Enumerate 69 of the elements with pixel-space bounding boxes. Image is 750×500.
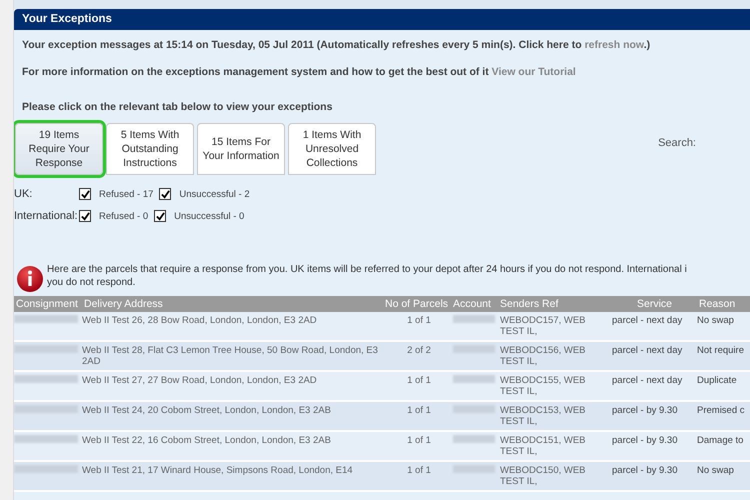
checkbox-label: Refused - 0 [99,210,148,222]
column-header[interactable]: Delivery Address [82,296,385,312]
table-cell: WEBODC153, WEB TEST IL, [500,405,586,427]
checkbox[interactable] [79,188,91,200]
tutorial-link[interactable]: View our Tutorial [492,66,576,78]
tab[interactable]: 19 Items Require Your Response [15,123,103,175]
table-cell: Web II Test 27, 27 Bow Road, London, London, E3 2AD [82,375,317,386]
checkbox-label: Unsuccessful - 2 [179,188,250,200]
redacted-text [14,465,78,473]
redacted-text [14,405,78,413]
table-cell: parcel - by 9.30 [612,435,678,446]
table-cell: WEBODC157, WEB TEST IL, [500,315,586,337]
redacted-text [14,345,78,353]
table-cell: 1 of 1 [407,405,431,416]
table-cell: WEBODC156, WEB TEST IL, [500,345,586,367]
checkbox-label: Unsuccessful - 0 [174,210,244,222]
instruction-text: Please click on the relevant tab below to view your exceptions [21,100,334,113]
table-cell: parcel - next day [612,315,682,326]
table-cell: parcel - next day [612,375,682,386]
checkbox[interactable] [79,210,91,222]
redacted-text [14,315,78,323]
column-header[interactable]: Account [453,296,500,312]
table-cell: parcel - by 9.30 [612,465,678,476]
info-icon [16,265,44,293]
refresh-message: Your exception messages at 15:14 on Tuesday, 05 Jul 2011 (Automatically refreshes every 5 min(s). Click here to refresh now.) [21,38,652,51]
redacted-text [453,315,495,323]
column-header[interactable]: No of Parcels [385,296,453,312]
table-cell: WEBODC155, WEB TEST IL, [500,375,586,397]
redacted-text [453,375,495,383]
tab[interactable]: 5 Items With Outstanding Instructions [106,123,194,175]
tutorial-message: For more information on the exceptions management system and how to get the best out of it View our Tutorial [21,65,577,78]
column-header[interactable]: Consignment [14,296,82,312]
checkbox[interactable] [154,210,166,222]
notice-text: Here are the parcels that require a response from you. UK items will be referred to your depot after 24 hours if you do not respond. International i you do not respond. [47,263,687,289]
table-cell: Damage to [697,435,744,446]
redacted-text [14,435,78,443]
table-cell: 1 of 1 [407,465,431,476]
redacted-text [453,435,495,443]
table-cell: Premised c [697,405,745,416]
column-header[interactable]: Service [612,296,697,312]
refresh-link[interactable]: refresh now [584,39,644,51]
column-header[interactable]: Senders Ref [500,296,612,312]
tab[interactable]: 15 Items For Your Information [197,123,285,175]
panel-header: Your Exceptions [14,9,750,30]
table-cell: No swap [697,315,734,326]
table-cell: No swap [697,465,734,476]
region-label: UK: [14,188,34,200]
checkbox-label: Refused - 17 [99,188,154,200]
table-cell: Web II Test 22, 16 Cobom Street, London, London, E3 2AB [82,435,331,446]
table-cell: WEBODC151, WEB TEST IL, [500,435,586,457]
table-cell: Duplicate [697,375,737,386]
region-label: International: [14,210,79,222]
tab[interactable]: 1 Items With Unresolved Collections [288,123,376,175]
table-cell: Web II Test 26, 28 Bow Road, London, London, E3 2AD [82,315,317,326]
table-cell: Web II Test 28, Flat C3 Lemon Tree House, 50 Bow Road, London, E3 2AD [82,345,378,367]
table-cell: parcel - next day [612,345,682,356]
table-cell: Not require [697,345,744,356]
table-cell: 1 of 1 [407,435,431,446]
table-cell: WEBODC150, WEB TEST IL, [500,465,586,487]
table-cell: 1 of 1 [407,375,431,386]
column-header[interactable]: Reason [697,296,750,312]
table-cell: 2 of 2 [407,345,431,356]
table-cell: 1 of 1 [407,315,431,326]
table-cell: parcel - by 9.30 [612,405,678,416]
checkbox[interactable] [159,188,172,200]
table-cell: Web II Test 24, 20 Cobom Street, London, London, E3 2AB [82,405,331,416]
search-label: Search: [658,137,696,149]
table-cell: Web II Test 21, 17 Winard House, Simpsons Road, London, E14 [82,465,353,476]
redacted-text [14,375,78,383]
